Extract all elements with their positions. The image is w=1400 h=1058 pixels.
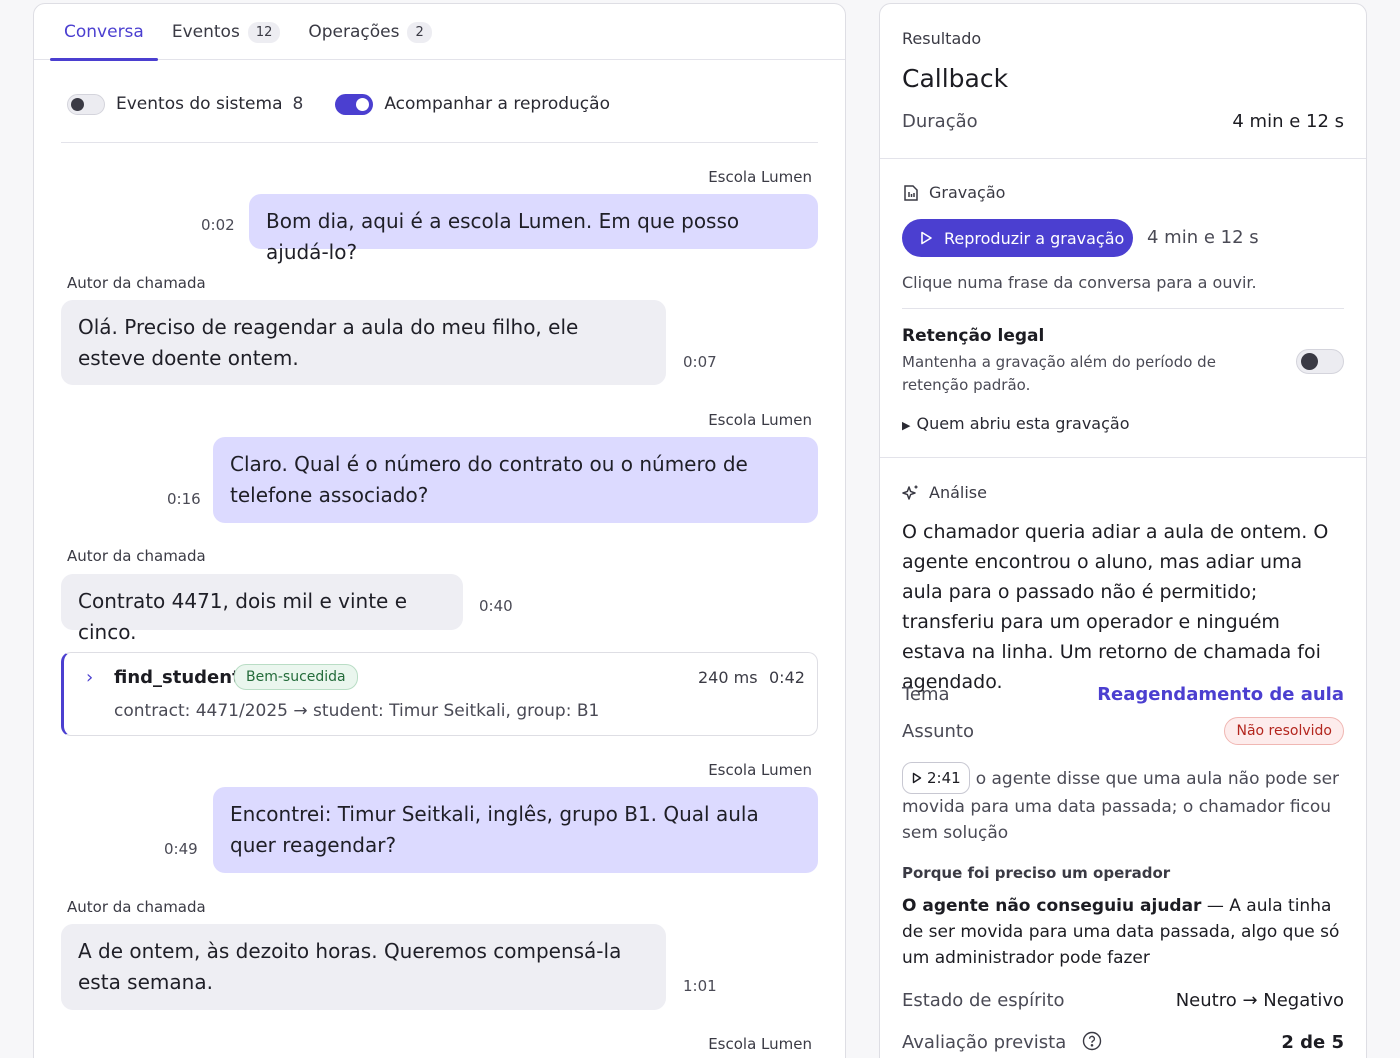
mood-row: Estado de espírito Neutro → Negativo xyxy=(902,990,1344,1011)
mood-value: Neutro → Negativo xyxy=(1175,990,1344,1011)
message-speaker: Autor da chamada xyxy=(67,274,206,292)
tab-conversation[interactable]: Conversa xyxy=(50,4,158,61)
play-recording-label: Reproduzir a gravação xyxy=(944,228,1125,248)
toggle-knob xyxy=(71,97,84,111)
tab-operations-count: 2 xyxy=(407,21,432,43)
topic-row: Tema Reagendamento de aula xyxy=(902,684,1344,705)
play-icon xyxy=(912,772,922,784)
rating-value: 2 de 5 xyxy=(1281,1031,1344,1053)
message-time[interactable]: 0:07 xyxy=(683,353,717,371)
message-time[interactable]: 0:49 xyxy=(164,840,198,858)
message-bubble-agent[interactable]: Bom dia, aqui é a escola Lumen. Em que p… xyxy=(249,194,818,264)
triangle-right-icon: ▶ xyxy=(902,419,911,432)
tool-call-time: 0:42 xyxy=(769,668,805,687)
recording-length: 4 min e 12 s xyxy=(1147,227,1259,248)
result-title: Callback xyxy=(902,64,1009,93)
message-time[interactable]: 0:02 xyxy=(201,216,235,234)
tab-events-label: Eventos xyxy=(171,22,240,42)
message-time[interactable]: 1:01 xyxy=(683,977,717,995)
chevron-right-icon[interactable]: › xyxy=(86,667,93,688)
who-opened-label: Quem abriu esta gravação xyxy=(916,414,1130,433)
toggle-row: Eventos do sistema 8 Acompanhar a reprod… xyxy=(67,90,610,118)
analysis-title: Análise xyxy=(929,483,987,502)
follow-playback-label: Acompanhar a reprodução xyxy=(384,94,610,114)
play-recording-button[interactable]: Reproduzir a gravação xyxy=(902,219,1133,257)
message-speaker: Autor da chamada xyxy=(67,547,206,565)
divider xyxy=(902,308,1344,309)
topic-value[interactable]: Reagendamento de aula xyxy=(1097,684,1344,705)
message-bubble-caller[interactable]: A de ontem, às dezoito horas. Queremos c… xyxy=(61,924,666,1010)
system-events-toggle[interactable] xyxy=(67,93,105,115)
message-bubble-agent[interactable]: Encontrei: Timur Seitkali, inglês, grupo… xyxy=(213,787,818,873)
recording-icon xyxy=(904,184,918,201)
result-label: Resultado xyxy=(902,29,982,48)
message-time[interactable]: 0:16 xyxy=(167,490,201,508)
duration-value: 4 min e 12 s xyxy=(1232,111,1344,132)
rating-row: Avaliação prevista 2 de 5 xyxy=(902,1031,1344,1054)
status-badge: Bem-sucedida xyxy=(234,664,358,690)
follow-playback-toggle[interactable] xyxy=(335,93,374,115)
key-moment: 2:41 o agente disse que uma aula não pod… xyxy=(902,762,1347,846)
message-speaker: Escola Lumen xyxy=(708,168,812,186)
rating-label-wrap: Avaliação prevista xyxy=(902,1031,1102,1053)
message-bubble-caller[interactable]: Contrato 4471, dois mil e vinte e cinco. xyxy=(61,574,463,644)
details-panel: Resultado Callback Duração 4 min e 12 s … xyxy=(879,3,1367,1058)
why-operator-text: O agente não conseguiu ajudar — A aula t… xyxy=(902,893,1347,971)
tool-call-name: find_student xyxy=(114,667,241,688)
recording-hint: Clique numa frase da conversa para a ouv… xyxy=(902,273,1257,292)
message-speaker: Escola Lumen xyxy=(708,1035,812,1053)
tab-operations[interactable]: Operações 2 xyxy=(294,4,445,60)
message-bubble-agent[interactable]: Claro. Qual é o número do contrato ou o … xyxy=(213,437,818,523)
tab-operations-label: Operações xyxy=(308,22,400,42)
duration-row: Duração 4 min e 12 s xyxy=(902,111,1344,132)
recording-title: Gravação xyxy=(929,183,1006,202)
topic-label: Tema xyxy=(902,684,950,705)
divider xyxy=(61,142,818,143)
tool-call-card[interactable]: › find_student Bem-sucedida 240 ms 0:42 … xyxy=(61,652,818,736)
message-time[interactable]: 0:40 xyxy=(479,597,513,615)
mood-label: Estado de espírito xyxy=(902,990,1065,1011)
toggle-knob xyxy=(356,97,370,111)
retention-description: retenção padrão. xyxy=(902,376,1031,394)
help-icon[interactable] xyxy=(1082,1031,1102,1051)
toggle-knob xyxy=(1301,353,1318,370)
system-events-label: Eventos do sistema xyxy=(116,94,283,114)
why-operator-label: Porque foi preciso um operador xyxy=(902,864,1171,882)
tool-call-detail: contract: 4471/2025 → student: Timur Sei… xyxy=(114,701,600,721)
tool-call-duration: 240 ms xyxy=(698,668,758,687)
tab-bar: Conversa Eventos 12 Operações 2 xyxy=(34,4,845,61)
analysis-summary: O chamador queria adiar a aula de ontem.… xyxy=(902,521,1329,693)
tab-events[interactable]: Eventos 12 xyxy=(158,4,295,60)
duration-label: Duração xyxy=(902,111,978,132)
subject-label: Assunto xyxy=(902,720,974,742)
retention-description: Mantenha a gravação além do período de xyxy=(902,353,1216,371)
rating-label: Avaliação prevista xyxy=(902,1032,1067,1053)
subject-row: Assunto Não resolvido xyxy=(902,717,1344,745)
subject-status-badge: Não resolvido xyxy=(1224,717,1344,745)
retention-title: Retenção legal xyxy=(902,326,1045,346)
retention-toggle[interactable] xyxy=(1296,349,1344,374)
moment-timestamp-button[interactable]: 2:41 xyxy=(902,762,970,794)
tab-events-count: 12 xyxy=(247,21,281,43)
tab-conversation-label: Conversa xyxy=(64,22,144,42)
divider xyxy=(880,158,1366,159)
message-speaker: Escola Lumen xyxy=(708,411,812,429)
moment-time: 2:41 xyxy=(927,769,961,787)
system-events-count: 8 xyxy=(292,94,304,114)
who-opened-disclosure[interactable]: ▶ Quem abriu esta gravação xyxy=(902,414,1129,433)
message-bubble-caller[interactable]: Olá. Preciso de reagendar a aula do meu … xyxy=(61,300,666,385)
play-icon xyxy=(921,231,932,245)
conversation-panel: Conversa Eventos 12 Operações 2 Eventos … xyxy=(33,3,846,1058)
analysis-header: Análise xyxy=(902,483,987,502)
why-operator-reason: O agente não conseguiu ajudar xyxy=(902,896,1202,916)
message-speaker: Autor da chamada xyxy=(67,898,206,916)
divider xyxy=(880,457,1366,458)
sparkle-icon xyxy=(902,485,918,500)
message-speaker: Escola Lumen xyxy=(708,761,812,779)
recording-header: Gravação xyxy=(902,183,1005,202)
